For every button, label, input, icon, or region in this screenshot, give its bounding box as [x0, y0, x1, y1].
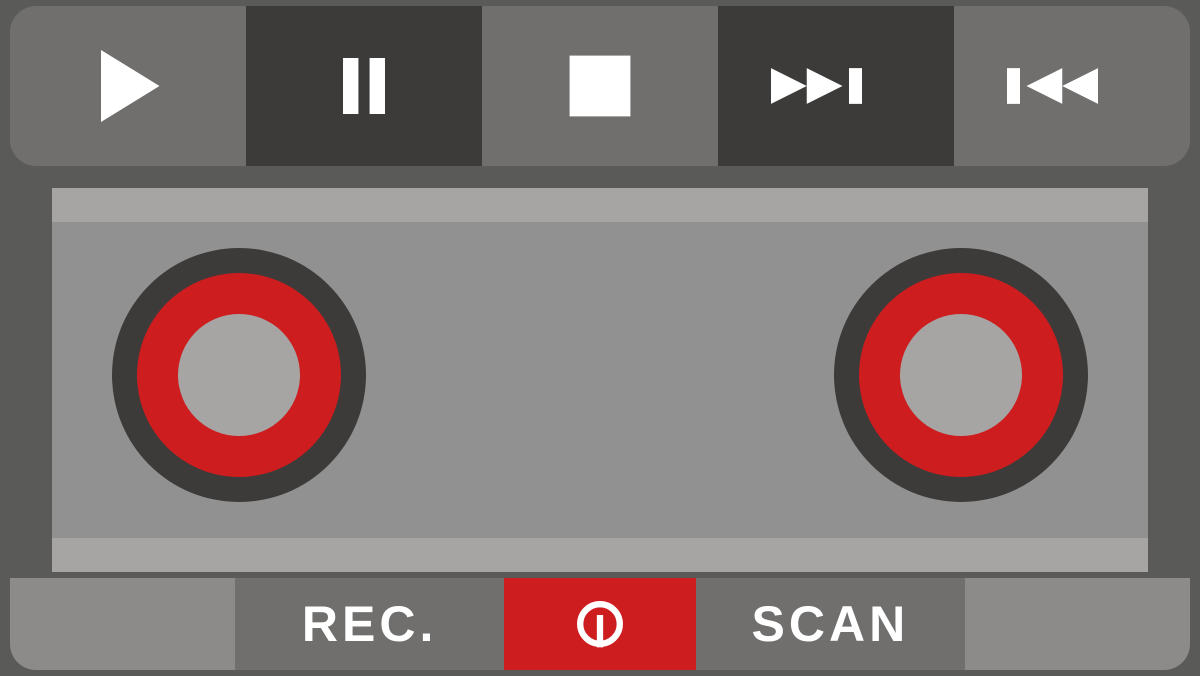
bottom-spacer-left [10, 578, 235, 670]
cassette-deck [52, 188, 1148, 572]
stop-button[interactable] [482, 6, 718, 166]
prev-track-icon [1007, 56, 1137, 116]
record-label: REC. [302, 595, 437, 653]
play-button[interactable] [10, 6, 246, 166]
right-reel-hub [900, 314, 1022, 436]
right-reel [834, 248, 1088, 502]
transport-bar [10, 6, 1190, 166]
left-reel [112, 248, 366, 502]
power-icon [573, 597, 627, 651]
power-button[interactable] [504, 578, 695, 670]
deck-rail-top [52, 188, 1148, 222]
prev-button[interactable] [954, 6, 1190, 166]
scan-button[interactable]: SCAN [696, 578, 966, 670]
next-button[interactable] [718, 6, 954, 166]
bottom-bar: REC. SCAN [10, 578, 1190, 670]
left-reel-hub [178, 314, 300, 436]
deck-rail-bottom [52, 538, 1148, 572]
pause-button[interactable] [246, 6, 482, 166]
stop-icon [560, 46, 640, 126]
bottom-spacer-right [965, 578, 1190, 670]
right-reel-ring [859, 273, 1063, 477]
scan-label: SCAN [752, 595, 910, 653]
cassette-deck-frame: REC. SCAN [0, 0, 1200, 676]
next-track-icon [771, 56, 901, 116]
record-button[interactable]: REC. [235, 578, 505, 670]
left-reel-ring [137, 273, 341, 477]
pause-icon [329, 46, 399, 126]
play-icon [83, 41, 173, 131]
